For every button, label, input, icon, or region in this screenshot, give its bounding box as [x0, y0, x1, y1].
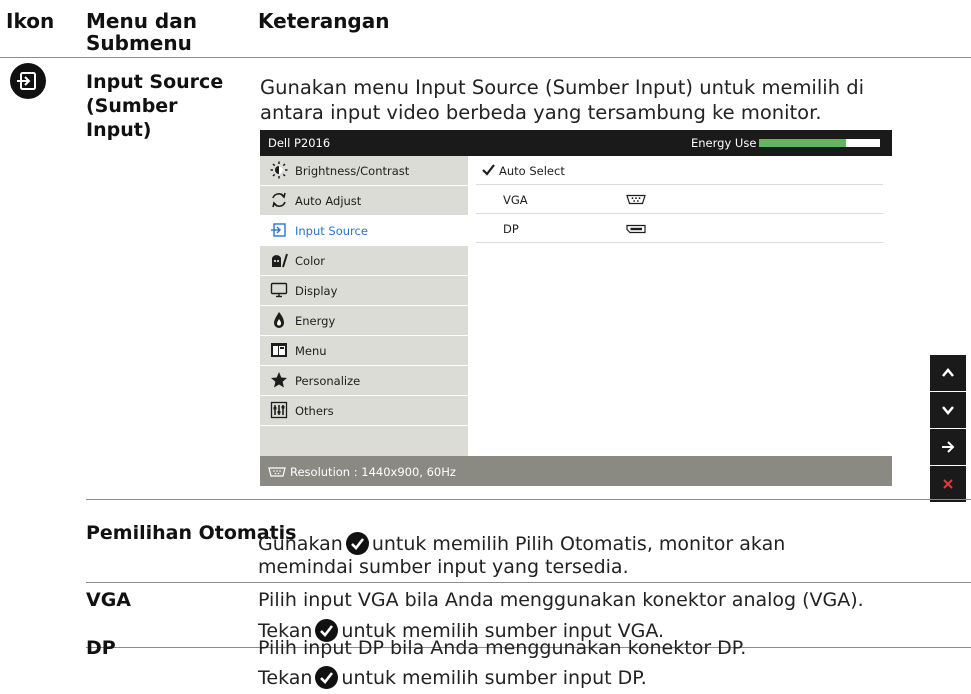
osd-energy-label: Energy Use [691, 136, 757, 150]
input-source-label: Input Source (Sumber Input) [86, 71, 224, 141]
osd-menu-item-brightness-contrast[interactable]: Brightness/Contrast [260, 156, 468, 185]
close-icon [943, 479, 953, 489]
osd-menu-item-label: Energy [295, 314, 336, 328]
osd-menu-item-auto-adjust[interactable]: Auto Adjust [260, 186, 468, 215]
osd-option-vga[interactable]: VGA [468, 185, 883, 214]
osd-menu-item-label: Menu [295, 344, 327, 358]
osd-menu-item-color[interactable]: Color [260, 246, 468, 275]
osd-menu-item-label: Display [295, 284, 338, 298]
input-source-description: Gunakan menu Input Source (Sumber Input)… [260, 76, 865, 124]
osd-option-label: DP [503, 222, 519, 236]
row-divider [86, 499, 971, 500]
vga-label: VGA [86, 589, 132, 611]
osd-menu-item-energy[interactable]: Energy [260, 306, 468, 335]
osd-menu-item-label: Input Source [295, 224, 368, 238]
osd-menu-item-input-source[interactable]: Input Source [260, 216, 468, 245]
osd-menu-item-personalize[interactable]: Personalize [260, 366, 468, 395]
display-icon [270, 281, 288, 299]
checkmark-icon [482, 164, 495, 179]
input-source-icon [270, 221, 288, 239]
dp-connector-icon [626, 223, 646, 237]
brightness-icon [270, 161, 288, 179]
osd-title-bar: Dell P2016 Energy Use [260, 130, 892, 156]
chevron-up-icon [942, 368, 954, 377]
vga-connector-icon [268, 466, 286, 480]
others-icon [270, 401, 288, 419]
dp-label: DP [86, 637, 116, 659]
dp-description-line1: Pilih input DP bila Anda menggunakan kon… [258, 637, 747, 659]
osd-menu-item-others[interactable]: Others [260, 396, 468, 425]
osd-menu-separator [260, 425, 468, 426]
energy-use-fill [759, 139, 847, 147]
exit-button[interactable] [930, 466, 966, 502]
star-icon [270, 371, 288, 389]
input-source-icon [10, 63, 46, 99]
down-button[interactable] [930, 392, 966, 428]
auto-select-description: Gunakan untuk memilih Pilih Otomatis, mon… [258, 532, 786, 578]
vga-connector-icon [626, 194, 646, 208]
header-divider [0, 57, 971, 58]
osd-option-label: Auto Select [499, 164, 565, 178]
header-icon: Ikon [6, 9, 55, 33]
energy-icon [270, 311, 288, 329]
vga-description-line1: Pilih input VGA bila Anda menggunakan ko… [258, 589, 864, 611]
chevron-down-icon [942, 406, 954, 415]
osd-option-label: VGA [503, 193, 528, 207]
osd-option-dp[interactable]: DP [468, 214, 883, 243]
osd-option-auto-select[interactable]: Auto Select [468, 156, 883, 185]
osd-option-divider [476, 242, 883, 243]
osd-menu-item-label: Auto Adjust [295, 194, 362, 208]
row-divider [86, 582, 971, 583]
osd-screenshot: Dell P2016 Energy Use Brightness/Contras… [260, 130, 892, 486]
header-menu: Menu dan Submenu [86, 9, 197, 55]
arrow-right-icon [942, 441, 955, 453]
dp-description-line2: Tekan untuk memilih sumber input DP. [258, 666, 647, 689]
check-circle-icon [345, 532, 369, 555]
osd-menu-item-label: Others [295, 404, 334, 418]
osd-menu-list: Brightness/Contrast Auto Adjust Input Sour… [260, 156, 468, 456]
energy-use-bar [759, 139, 880, 147]
osd-resolution: Resolution : 1440x900, 60Hz [290, 465, 456, 479]
header-description: Keterangan [258, 9, 390, 33]
osd-options-panel: Auto Select VGA DP [468, 156, 892, 456]
osd-menu-item-label: Personalize [295, 374, 361, 388]
osd-menu-item-label: Color [295, 254, 326, 268]
color-icon [270, 251, 288, 269]
osd-model-name: Dell P2016 [268, 136, 331, 150]
osd-status-bar: Resolution : 1440x900, 60Hz [260, 456, 892, 486]
osd-menu-item-display[interactable]: Display [260, 276, 468, 305]
osd-menu-item-menu[interactable]: Menu [260, 336, 468, 365]
osd-menu-item-label: Brightness/Contrast [295, 164, 410, 178]
up-button[interactable] [930, 355, 966, 391]
menu-icon [270, 341, 288, 359]
enter-button[interactable] [930, 429, 966, 465]
check-circle-icon [315, 666, 339, 689]
auto-adjust-icon [270, 191, 288, 209]
